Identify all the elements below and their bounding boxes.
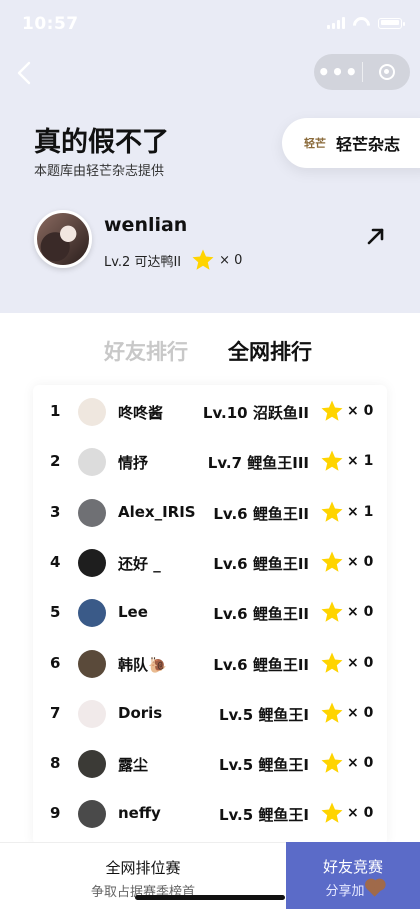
- rank-number: 8: [50, 754, 61, 773]
- avatar: [78, 800, 106, 829]
- player-level: Lv.6 鲤鱼王II: [213, 655, 309, 674]
- home-indicator: [135, 895, 285, 900]
- heart-icon: [366, 880, 383, 897]
- brand-name: 轻芒杂志: [336, 135, 401, 154]
- player-name: Lee: [118, 603, 148, 622]
- player-name: 情抒: [118, 454, 149, 473]
- star-icon: [321, 802, 343, 824]
- ranking-row[interactable]: 2 情抒 Lv.7 鲤鱼王III × 1: [33, 436, 387, 486]
- wifi-icon: [353, 17, 370, 29]
- brand-logo: 轻芒: [304, 137, 326, 150]
- page-subtitle: 本题库由轻芒杂志提供: [34, 164, 165, 179]
- player-name: Doris: [118, 703, 163, 722]
- avatar: [78, 750, 106, 779]
- friend-challenge-button[interactable]: 好友竞赛 分享加: [286, 842, 420, 909]
- back-arrow-icon[interactable]: [12, 60, 38, 86]
- tab-global[interactable]: 全网排行: [228, 336, 312, 366]
- avatar: [78, 599, 106, 628]
- battery-icon: [378, 17, 405, 29]
- record-icon[interactable]: [363, 64, 410, 80]
- star-count: × 0: [347, 604, 374, 621]
- ranking-row[interactable]: 4 还好 _ Lv.6 鲤鱼王II × 0: [33, 537, 387, 587]
- ranking-row[interactable]: 8 露尘 Lv.5 鲤鱼王I × 0: [33, 738, 387, 788]
- star-icon: [321, 450, 343, 472]
- friend-challenge-subtitle: 分享加: [286, 880, 420, 899]
- star-icon: [321, 652, 343, 673]
- star-count: × 0: [347, 755, 374, 772]
- user-star-count: × 0: [219, 252, 243, 268]
- global-ranked-title: 全网排位赛: [105, 859, 181, 877]
- player-name: neffy: [118, 804, 161, 823]
- rank-number: 4: [50, 552, 61, 571]
- friend-challenge-title: 好友竞赛: [322, 858, 383, 876]
- star-icon: [321, 702, 343, 723]
- ranking-row[interactable]: 5 Lee Lv.6 鲤鱼王II × 0: [33, 587, 387, 637]
- avatar: [78, 649, 106, 678]
- player-name: 还好 _: [118, 554, 161, 573]
- player-level: Lv.7 鲤鱼王III: [207, 454, 309, 473]
- player-level: Lv.5 鲤鱼王I: [218, 756, 309, 775]
- player-level: Lv.5 鲤鱼王I: [218, 705, 309, 724]
- rank-number: 3: [50, 502, 61, 521]
- star-icon: [192, 249, 214, 270]
- player-level: Lv.6 鲤鱼王II: [213, 504, 309, 523]
- player-name: 咚咚酱: [118, 404, 164, 422]
- friend-challenge-sub-text: 分享加: [325, 884, 365, 899]
- status-bar: 10:57: [0, 0, 420, 46]
- rank-number: 5: [50, 603, 61, 622]
- player-name: 韩队🐌: [118, 655, 167, 674]
- player-level: Lv.10 沼跃鱼II: [202, 404, 309, 422]
- star-icon: [321, 501, 343, 522]
- user-avatar: [34, 210, 92, 268]
- star-count: × 0: [347, 805, 374, 822]
- avatar: [78, 498, 106, 527]
- ranking-row[interactable]: 1 咚咚酱 Lv.10 沼跃鱼II × 0: [33, 386, 387, 436]
- signal-icon: [327, 17, 345, 29]
- user-name: wenlian: [104, 214, 188, 236]
- ranking-row[interactable]: 7 Doris Lv.5 鲤鱼王I × 0: [33, 688, 387, 738]
- mini-program-capsule: •••: [314, 54, 410, 90]
- avatar: [78, 448, 106, 477]
- star-count: × 0: [347, 553, 374, 570]
- tab-friends[interactable]: 好友排行: [104, 336, 188, 366]
- status-time: 10:57: [22, 14, 79, 34]
- rank-number: 6: [50, 653, 61, 672]
- ranking-row[interactable]: 3 Alex_IRIS Lv.6 鲤鱼王II × 1: [33, 487, 387, 537]
- star-count: × 0: [347, 704, 374, 721]
- more-dots-icon[interactable]: •••: [314, 54, 362, 90]
- player-level: Lv.5 鲤鱼王I: [218, 806, 309, 825]
- share-arrow-icon[interactable]: [366, 226, 386, 246]
- avatar: [78, 699, 106, 728]
- rank-number: 1: [50, 402, 61, 420]
- star-count: × 0: [347, 654, 374, 671]
- brand-chip[interactable]: 轻芒 轻芒杂志: [282, 118, 420, 168]
- star-icon: [321, 551, 343, 572]
- ranking-tabs: 好友排行 全网排行: [0, 336, 420, 366]
- star-icon: [321, 601, 343, 622]
- player-level: Lv.6 鲤鱼王II: [213, 605, 309, 624]
- star-icon: [321, 400, 343, 421]
- rank-number: 2: [50, 452, 61, 471]
- ranking-row[interactable]: 6 韩队🐌 Lv.6 鲤鱼王II × 0: [33, 638, 387, 688]
- user-level-row: Lv.2 可达鸭II × 0: [104, 248, 242, 272]
- avatar: [78, 398, 106, 426]
- star-count: × 1: [347, 453, 374, 470]
- rank-number: 9: [50, 804, 61, 823]
- star-count: × 0: [347, 403, 374, 419]
- user-level: Lv.2 可达鸭II: [104, 254, 182, 270]
- star-icon: [321, 752, 343, 773]
- avatar: [78, 548, 106, 577]
- ranking-list: 1 咚咚酱 Lv.10 沼跃鱼II × 0 2 情抒 Lv.7 鲤鱼王III × 1 3 Alex…: [33, 385, 387, 845]
- page-title: 真的假不了: [34, 127, 169, 158]
- player-name: Alex_IRIS: [118, 502, 196, 521]
- player-level: Lv.6 鲤鱼王II: [213, 554, 309, 573]
- player-name: 露尘: [118, 756, 149, 775]
- star-count: × 1: [347, 503, 374, 520]
- rank-number: 7: [50, 703, 61, 722]
- ranking-row[interactable]: 9 neffy Lv.5 鲤鱼王I × 0: [33, 788, 387, 838]
